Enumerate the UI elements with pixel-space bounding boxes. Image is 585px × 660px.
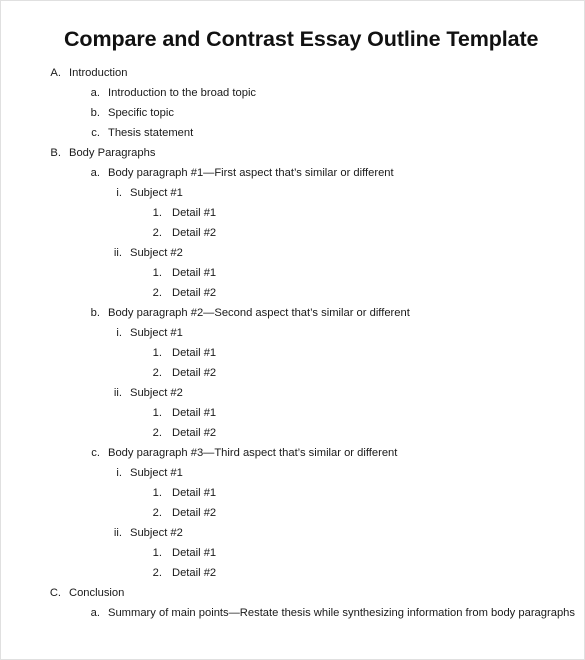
outline-item: b. Body paragraph #2—Second aspect that’s… xyxy=(1,306,584,328)
outline-item: a. Summary of main points—Restate thesis … xyxy=(1,606,584,628)
outline-item: i. Subject #1 xyxy=(1,326,584,348)
outline-item-marker: 2. xyxy=(152,286,162,299)
outline-item: 1. Detail #1 xyxy=(1,266,584,288)
essay-outline-list: A. Introduction a. Introduction to the broa… xyxy=(1,52,584,628)
outline-item: c. Thesis statement xyxy=(1,126,584,148)
outline-item-marker: 2. xyxy=(152,506,162,519)
outline-item: ii. Subject #2 xyxy=(1,526,584,548)
outline-item-marker: C. xyxy=(49,586,61,599)
outline-item: A. Introduction xyxy=(1,66,584,88)
outline-item-label: Detail #2 xyxy=(172,506,217,519)
outline-item-label: Subject #1 xyxy=(130,186,183,199)
outline-item-label: Detail #1 xyxy=(172,346,217,359)
outline-item-marker: A. xyxy=(50,66,61,79)
outline-item-marker: b. xyxy=(90,306,100,319)
outline-item-marker: ii. xyxy=(113,246,122,259)
outline-item-label: Body paragraph #3—Third aspect that’s si… xyxy=(108,446,398,459)
outline-item-label: Subject #2 xyxy=(130,246,183,259)
outline-item: B. Body Paragraphs xyxy=(1,146,584,168)
outline-item-marker: 1. xyxy=(152,206,162,219)
outline-item-label: Introduction xyxy=(69,66,128,79)
outline-item-label: Detail #2 xyxy=(172,286,217,299)
outline-item-marker: 2. xyxy=(152,566,162,579)
outline-item-label: Detail #2 xyxy=(172,366,217,379)
outline-item-label: Detail #1 xyxy=(172,546,217,559)
outline-item-label: Subject #1 xyxy=(130,466,183,479)
outline-item-marker: 1. xyxy=(152,346,162,359)
outline-item-label: Subject #1 xyxy=(130,326,183,339)
outline-item-label: Detail #1 xyxy=(172,486,217,499)
outline-item: 1. Detail #1 xyxy=(1,406,584,428)
outline-item-label: Subject #2 xyxy=(130,526,183,539)
outline-item-marker: 2. xyxy=(152,226,162,239)
outline-item: ii. Subject #2 xyxy=(1,386,584,408)
outline-item: i. Subject #1 xyxy=(1,186,584,208)
outline-item-marker: i. xyxy=(116,466,122,479)
outline-item-marker: a. xyxy=(90,606,100,619)
outline-item: 1. Detail #1 xyxy=(1,486,584,508)
outline-item-marker: ii. xyxy=(113,526,122,539)
outline-item: 2. Detail #2 xyxy=(1,566,584,588)
outline-item: 2. Detail #2 xyxy=(1,426,584,448)
outline-item: a. Introduction to the broad topic xyxy=(1,86,584,108)
outline-item-label: Body paragraph #1—First aspect that’s si… xyxy=(108,166,394,179)
outline-item-label: Introduction to the broad topic xyxy=(108,86,257,99)
document-page: Compare and Contrast Essay Outline Templ… xyxy=(0,0,585,660)
outline-item-label: Detail #1 xyxy=(172,206,217,219)
outline-item-marker: 2. xyxy=(152,426,162,439)
outline-item-marker: a. xyxy=(90,166,100,179)
outline-item: 2. Detail #2 xyxy=(1,506,584,528)
outline-item: 1. Detail #1 xyxy=(1,206,584,228)
outline-item-label: Detail #2 xyxy=(172,426,217,439)
outline-item-label: Body paragraph #2—Second aspect that’s s… xyxy=(108,306,410,319)
outline-item-marker: b. xyxy=(90,106,100,119)
outline-item: 1. Detail #1 xyxy=(1,546,584,568)
outline-item-marker: i. xyxy=(116,326,122,339)
outline-item-label: Detail #2 xyxy=(172,226,217,239)
page-title: Compare and Contrast Essay Outline Templ… xyxy=(64,27,539,51)
outline-item-marker: c. xyxy=(91,446,100,459)
outline-item: 2. Detail #2 xyxy=(1,226,584,248)
outline-item-label: Detail #1 xyxy=(172,406,217,419)
outline-item: C. Conclusion xyxy=(1,586,584,608)
outline-item: 1. Detail #1 xyxy=(1,346,584,368)
outline-item-label: Detail #1 xyxy=(172,266,217,279)
outline-item-marker: i. xyxy=(116,186,122,199)
outline-item: a. Body paragraph #1—First aspect that’s … xyxy=(1,166,584,188)
outline-item-label: Thesis statement xyxy=(108,126,194,139)
outline-item: b. Specific topic xyxy=(1,106,584,128)
outline-item-label: Specific topic xyxy=(108,106,174,119)
outline-item-marker: 1. xyxy=(152,406,162,419)
outline-item: c. Body paragraph #3—Third aspect that’s … xyxy=(1,446,584,468)
outline-item-marker: B. xyxy=(50,146,61,159)
outline-item-marker: ii. xyxy=(113,386,122,399)
outline-item-marker: 1. xyxy=(152,486,162,499)
outline-item: 2. Detail #2 xyxy=(1,286,584,308)
outline-item-marker: c. xyxy=(91,126,100,139)
outline-item-marker: 2. xyxy=(152,366,162,379)
outline-item-label: Body Paragraphs xyxy=(69,146,156,159)
outline-item: 2. Detail #2 xyxy=(1,366,584,388)
outline-item-label: Summary of main points—Restate thesis wh… xyxy=(108,606,575,619)
outline-item: i. Subject #1 xyxy=(1,466,584,488)
outline-item: ii. Subject #2 xyxy=(1,246,584,268)
outline-item-label: Subject #2 xyxy=(130,386,183,399)
outline-item-label: Conclusion xyxy=(69,586,125,599)
outline-item-marker: 1. xyxy=(152,546,162,559)
outline-item-marker: a. xyxy=(90,86,100,99)
outline-item-label: Detail #2 xyxy=(172,566,217,579)
outline-item-marker: 1. xyxy=(152,266,162,279)
